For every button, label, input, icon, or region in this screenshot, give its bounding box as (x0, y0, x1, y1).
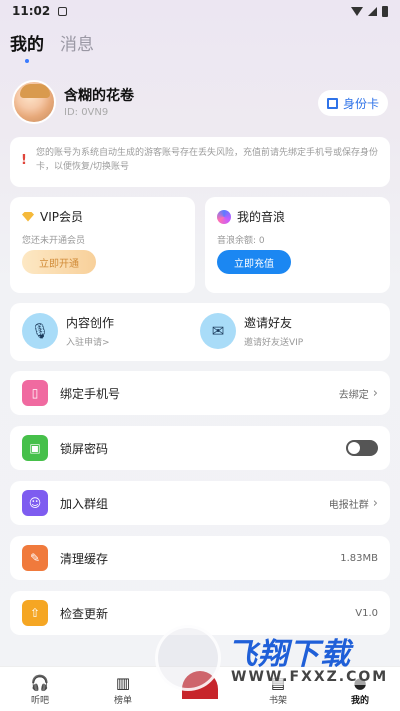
active-tab-indicator (25, 59, 29, 63)
cache-size: 1.83MB (340, 552, 378, 564)
sound-wave-card[interactable]: 我的音浪 音浪余额: 0 立即充值 (205, 197, 390, 293)
signal-icon (368, 6, 377, 16)
nav-listen-label: 听吧 (30, 696, 49, 706)
chevron-right-icon: › (372, 495, 378, 511)
lock-password-row: ▣ 锁屏密码 (10, 426, 390, 470)
tab-mine[interactable]: 我的 (10, 30, 44, 63)
broom-icon: ✎ (22, 545, 48, 571)
invite-friends-title: 邀请好友 (244, 316, 293, 330)
bind-phone-label: 绑定手机号 (60, 386, 121, 401)
notification-icon (58, 6, 68, 16)
envelope-icon: ✉ (200, 313, 236, 349)
tab-messages[interactable]: 消息 (60, 30, 94, 55)
phone-icon: ▯ (22, 380, 48, 406)
headphones-icon: 🎧 (30, 674, 50, 692)
top-tabs: 我的 消息 (10, 30, 94, 63)
diamond-icon (22, 211, 34, 222)
group-icon: ☺ (22, 490, 48, 516)
microphone-icon: 🎙 (22, 313, 58, 349)
lock-password-toggle[interactable] (346, 440, 378, 456)
vip-subtitle: 您还未开通会员 (22, 236, 86, 246)
upload-icon: ⇧ (22, 600, 48, 626)
content-creation-subtitle: 入驻申请> (66, 338, 110, 348)
watermark-logo-icon (155, 625, 221, 691)
watermark: 飞翔下载 WWW.FXXZ.COM (155, 625, 393, 695)
lock-password-label: 锁屏密码 (60, 441, 109, 456)
watermark-text: 飞翔下载 (227, 637, 351, 672)
user-id: ID: 0VN9 (64, 107, 109, 118)
warning-text: 您的账号为系统自动生成的游客账号存在丢失风险，充值前请先绑定手机号或保存身份卡，… (36, 148, 379, 172)
join-group-value: 电报社群 (328, 499, 369, 511)
nav-charts[interactable]: ▥ 榜单 (93, 673, 153, 706)
battery-icon (382, 5, 388, 17)
join-group-row[interactable]: ☺ 加入群组 电报社群 › (10, 481, 390, 525)
chevron-right-icon: › (372, 385, 378, 401)
nickname: 含糊的花卷 (64, 88, 134, 104)
invite-friends-subtitle: 邀请好友送VIP (244, 338, 304, 348)
content-creation-item[interactable]: 🎙 内容创作 入驻申请> (22, 313, 114, 349)
sound-wave-icon (217, 209, 231, 224)
join-group-label: 加入群组 (60, 496, 109, 511)
guest-account-warning: ! 您的账号为系统自动生成的游客账号存在丢失风险，充值前请先绑定手机号或保存身份… (10, 137, 390, 187)
vip-title: VIP会员 (40, 210, 83, 224)
vip-card[interactable]: VIP会员 您还未开通会员 立即开通 (10, 197, 195, 293)
wave-balance: 音浪余额: 0 (217, 236, 265, 246)
watermark-url: WWW.FXXZ.COM (227, 669, 393, 685)
clear-cache-row[interactable]: ✎ 清理缓存 1.83MB (10, 536, 390, 580)
avatar[interactable] (12, 80, 56, 124)
status-time: 11:02 (12, 4, 51, 18)
wifi-icon (351, 6, 363, 16)
recharge-button[interactable]: 立即充值 (217, 250, 291, 274)
nav-listen[interactable]: 🎧 听吧 (10, 673, 70, 706)
check-update-label: 检查更新 (60, 606, 109, 621)
lock-icon: ▣ (22, 435, 48, 461)
id-card-label: 身份卡 (342, 96, 379, 111)
warning-icon: ! (21, 153, 27, 168)
status-bar: 11:02 (0, 0, 400, 22)
bind-phone-row[interactable]: ▯ 绑定手机号 去绑定 › (10, 371, 390, 415)
wave-title: 我的音浪 (237, 210, 286, 224)
qr-code-icon (326, 97, 338, 109)
app-version: V1.0 (355, 607, 378, 619)
content-creation-title: 内容创作 (66, 316, 115, 330)
clear-cache-label: 清理缓存 (60, 551, 109, 566)
invite-friends-item[interactable]: ✉ 邀请好友 邀请好友送VIP (200, 313, 303, 349)
creation-card: 🎙 内容创作 入驻申请> ✉ 邀请好友 邀请好友送VIP (10, 303, 390, 361)
bind-phone-value: 去绑定 (338, 389, 369, 401)
profile-header[interactable]: 含糊的花卷 ID: 0VN9 身份卡 (0, 68, 400, 130)
open-vip-button[interactable]: 立即开通 (22, 250, 96, 274)
id-card-button[interactable]: 身份卡 (317, 90, 388, 116)
nav-charts-label: 榜单 (113, 696, 132, 706)
bar-chart-icon: ▥ (115, 674, 131, 692)
